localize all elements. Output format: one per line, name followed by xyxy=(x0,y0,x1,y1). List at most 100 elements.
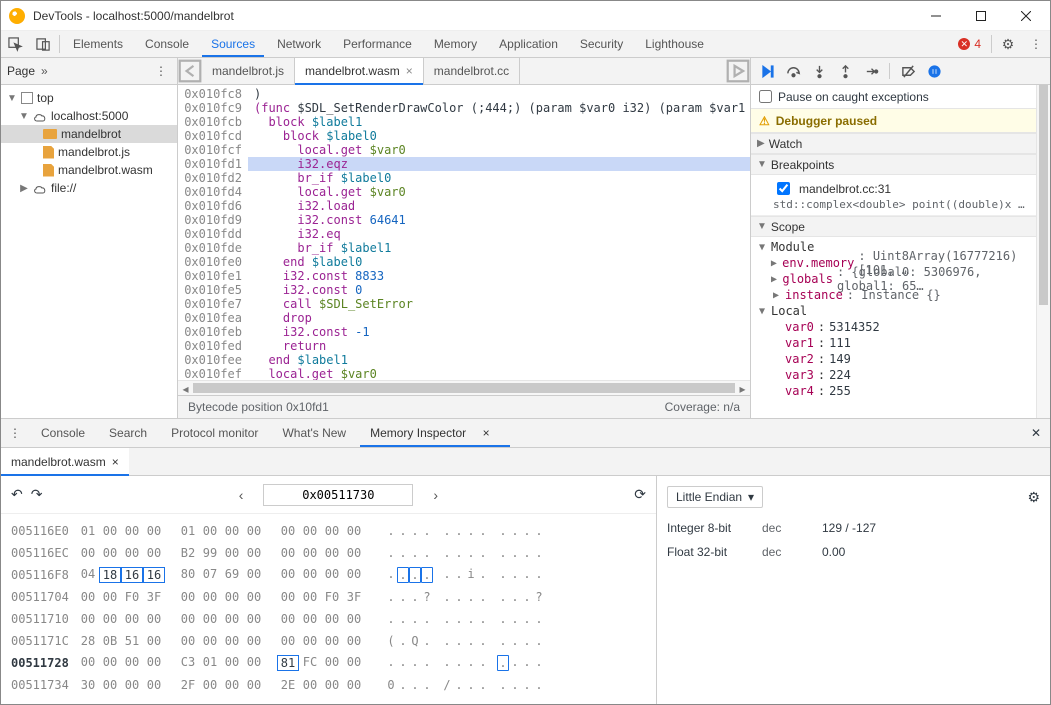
scope-section-header[interactable]: ▼Scope xyxy=(751,216,1050,237)
cloud-icon xyxy=(33,111,47,121)
file-tree: ▼top ▼localhost:5000 mandelbrot mandelbr… xyxy=(1,85,177,201)
deactivate-breakpoints-button[interactable] xyxy=(896,59,920,83)
coverage-status: Coverage: n/a xyxy=(665,400,740,414)
drawer-tab[interactable]: What's New xyxy=(270,419,358,447)
window-close-button[interactable] xyxy=(1003,1,1048,30)
panel-tab-network[interactable]: Network xyxy=(266,31,332,57)
file-tab[interactable]: mandelbrot.js xyxy=(202,58,295,84)
panel-tab-performance[interactable]: Performance xyxy=(332,31,423,57)
drawer-menu-icon[interactable]: ⋮ xyxy=(1,419,29,447)
tree-item-mandelbrot-wasm[interactable]: mandelbrot.wasm xyxy=(1,161,177,179)
scope-var[interactable]: var3: 224 xyxy=(757,367,1044,383)
more-menu-icon[interactable]: ⋮ xyxy=(1022,31,1050,57)
tree-item-mandelbrot[interactable]: mandelbrot xyxy=(1,125,177,143)
debugger-pane: Pause on caught exceptions ⚠ Debugger pa… xyxy=(751,58,1050,418)
source-statusbar: Bytecode position 0x10fd1 Coverage: n/a xyxy=(178,395,750,418)
memory-value-row: Integer 8-bitdec129 / -127 xyxy=(667,516,1040,540)
resume-button[interactable] xyxy=(755,59,779,83)
undo-icon[interactable]: ↶ xyxy=(11,486,23,503)
drawer-tab[interactable]: Protocol monitor xyxy=(159,419,270,447)
right-scrollbar[interactable] xyxy=(1036,85,1050,418)
refresh-icon[interactable]: ⟳ xyxy=(634,486,646,503)
memory-settings-icon[interactable]: ⚙ xyxy=(1027,489,1040,506)
breakpoint-location: mandelbrot.cc:31 xyxy=(799,182,891,196)
window-minimize-button[interactable] xyxy=(913,1,958,30)
memory-address-input[interactable] xyxy=(263,484,413,506)
chevron-down-icon: ▾ xyxy=(748,490,754,504)
panel-tab-memory[interactable]: Memory xyxy=(423,31,488,57)
code-editor[interactable]: 0x010fc80x010fc90x010fcb0x010fcd0x010fcf… xyxy=(178,85,750,380)
page-prev-icon[interactable]: ‹ xyxy=(239,487,244,503)
panel-tab-security[interactable]: Security xyxy=(569,31,634,57)
tree-item-mandelbrot-js[interactable]: mandelbrot.js xyxy=(1,143,177,161)
settings-gear-icon[interactable]: ⚙ xyxy=(994,31,1022,57)
debugger-paused-text: Debugger paused xyxy=(776,114,877,128)
navigator-title: Page xyxy=(7,64,35,78)
panel-tab-console[interactable]: Console xyxy=(134,31,200,57)
close-icon[interactable]: × xyxy=(406,64,413,78)
drawer-tab[interactable]: Search xyxy=(97,419,159,447)
step-out-button[interactable] xyxy=(833,59,857,83)
run-snippet-icon[interactable] xyxy=(726,58,750,84)
drawer-tab[interactable]: Console xyxy=(29,419,97,447)
error-count-badge[interactable]: ✕4 xyxy=(950,31,989,57)
breakpoint-item[interactable]: mandelbrot.cc:31 std::complex<double> po… xyxy=(751,175,1050,216)
scope-var[interactable]: var2: 149 xyxy=(757,351,1044,367)
tree-file-scheme[interactable]: ▶file:// xyxy=(1,179,177,197)
code-body[interactable]: )(func $SDL_SetRenderDrawColor (;444;) (… xyxy=(248,85,750,380)
scroll-left-icon[interactable]: ◂ xyxy=(178,381,193,396)
warning-icon: ⚠ xyxy=(759,114,770,128)
folder-icon xyxy=(43,129,57,139)
drawer-close-icon[interactable]: ✕ xyxy=(1022,419,1050,447)
scope-var[interactable]: var4: 255 xyxy=(757,383,1044,399)
scope-globals[interactable]: ▶globals: {global0: 5306976, global1: 65… xyxy=(757,271,1044,287)
panel-tab-application[interactable]: Application xyxy=(488,31,569,57)
page-next-icon[interactable]: › xyxy=(433,487,438,503)
breakpoints-section-header[interactable]: ▼Breakpoints xyxy=(751,154,1050,175)
memory-inspector-file-tab[interactable]: mandelbrot.wasm× xyxy=(1,448,129,475)
history-back-icon[interactable] xyxy=(178,58,202,84)
device-toolbar-icon[interactable] xyxy=(29,31,57,57)
close-icon[interactable]: × xyxy=(472,426,500,440)
devtools-logo-icon xyxy=(9,8,25,24)
step-button[interactable] xyxy=(859,59,883,83)
panel-tab-sources[interactable]: Sources xyxy=(200,31,266,57)
step-into-button[interactable] xyxy=(807,59,831,83)
panel-tab-elements[interactable]: Elements xyxy=(62,31,134,57)
inspect-element-icon[interactable] xyxy=(1,31,29,57)
pause-exceptions-button[interactable] xyxy=(922,59,946,83)
scroll-thumb[interactable] xyxy=(193,383,735,393)
endianness-select[interactable]: Little Endian▾ xyxy=(667,486,763,508)
breakpoint-checkbox[interactable] xyxy=(777,182,790,195)
navigator-header: Page » ⋮ xyxy=(1,58,177,85)
memory-hex-grid[interactable]: 005116E0010000000100000000000000........… xyxy=(1,514,656,704)
main-toolbar: ElementsConsoleSourcesNetworkPerformance… xyxy=(1,31,1050,58)
memory-inspector-body: ↶ ↷ ‹ › ⟳ 005116E00100000001000000000000… xyxy=(1,476,1050,704)
pause-on-caught-label: Pause on caught exceptions xyxy=(778,90,929,104)
scope-var[interactable]: var1: 111 xyxy=(757,335,1044,351)
bytecode-position: Bytecode position 0x10fd1 xyxy=(188,400,329,414)
redo-icon[interactable]: ↷ xyxy=(31,486,43,503)
scope-var[interactable]: var0: 5314352 xyxy=(757,319,1044,335)
horizontal-scrollbar[interactable]: ◂ ▸ xyxy=(178,380,750,395)
watch-section-header[interactable]: ▶Watch xyxy=(751,133,1050,154)
scope-local[interactable]: ▼Local xyxy=(757,303,1044,319)
window-title: DevTools - localhost:5000/mandelbrot xyxy=(33,9,913,23)
error-icon: ✕ xyxy=(958,38,970,50)
tree-top-frame[interactable]: ▼top xyxy=(1,89,177,107)
tree-host[interactable]: ▼localhost:5000 xyxy=(1,107,177,125)
navigator-menu-icon[interactable]: ⋮ xyxy=(151,64,171,78)
pause-on-caught-row[interactable]: Pause on caught exceptions xyxy=(751,85,1050,109)
cloud-icon xyxy=(33,183,47,193)
step-over-button[interactable] xyxy=(781,59,805,83)
pause-on-caught-checkbox[interactable] xyxy=(759,90,772,103)
drawer-tab[interactable]: Memory Inspector × xyxy=(358,419,512,447)
file-tab[interactable]: mandelbrot.wasm× xyxy=(295,58,424,84)
window-maximize-button[interactable] xyxy=(958,1,1003,30)
file-tab[interactable]: mandelbrot.cc xyxy=(424,58,520,84)
panel-tab-lighthouse[interactable]: Lighthouse xyxy=(634,31,715,57)
scroll-right-icon[interactable]: ▸ xyxy=(735,381,750,396)
close-icon[interactable]: × xyxy=(112,455,119,469)
file-icon xyxy=(43,146,54,159)
navigator-more-tabs-icon[interactable]: » xyxy=(41,64,48,78)
